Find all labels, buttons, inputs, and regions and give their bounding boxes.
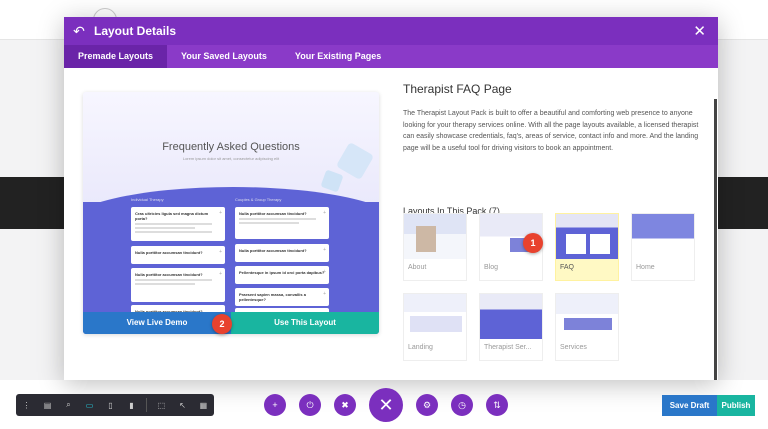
save-draft-button[interactable]: Save Draft	[662, 395, 717, 416]
plus-icon: +	[323, 210, 326, 216]
preview-faq-card: Nulla porttitor accumsan tincidunt? +	[131, 268, 225, 302]
publish-button[interactable]: Publish	[717, 395, 755, 416]
layout-thumb-services[interactable]: Services	[555, 293, 619, 361]
thumb-image	[632, 214, 694, 259]
view-mode-toolbar: ⋮ ▤ ⌕ ▭ ▯ ▮ ⬚ ↖ ▦	[16, 394, 214, 416]
thumb-block	[564, 318, 612, 330]
view-live-demo-button[interactable]: View Live Demo	[83, 312, 231, 334]
tablet-icon[interactable]: ▯	[100, 401, 121, 410]
plus-icon: +	[323, 247, 326, 253]
desktop-icon[interactable]: ▭	[79, 401, 100, 410]
layout-thumb-therapist-services[interactable]: Therapist Ser...	[479, 293, 543, 361]
faq-question: Nulla porttitor accumsan tincidunt?	[239, 211, 307, 216]
tab-premade-layouts[interactable]: Premade Layouts	[64, 45, 168, 68]
toolbar-divider	[146, 398, 147, 412]
close-icon[interactable]: ✕	[693, 22, 706, 40]
settings-icon[interactable]: ⚙	[416, 394, 438, 416]
modal-tabs: Premade Layouts Your Saved Layouts Your …	[64, 45, 718, 68]
thumb-label: Landing	[408, 344, 433, 351]
thumb-card	[590, 234, 610, 254]
tab-saved-layouts[interactable]: Your Saved Layouts	[167, 45, 281, 68]
modal-title: Layout Details	[94, 24, 177, 38]
thumb-label: Services	[560, 344, 587, 351]
plus-icon: +	[323, 291, 326, 297]
preview-faq-card: Nulla porttitor accumsan tincidunt? +	[131, 246, 225, 264]
thumb-image	[404, 214, 466, 259]
trash-icon[interactable]: ✖	[334, 394, 356, 416]
plus-icon: +	[323, 269, 326, 275]
faq-question: Praesent sapien massa, convallis a pelle…	[239, 292, 306, 302]
preview-col2-header: Couples & Group Therapy	[235, 197, 282, 202]
zoom-icon[interactable]: ⌕	[58, 400, 79, 410]
preview-subtitle: Lorem ipsum dolor sit amet, consectetur …	[182, 156, 280, 161]
text-line	[239, 222, 300, 224]
layout-thumb-faq[interactable]: FAQ	[555, 213, 619, 281]
thumb-image	[556, 214, 618, 259]
faq-question: Nulla porttitor accumsan tincidunt?	[239, 248, 307, 253]
layout-title: Therapist FAQ Page	[403, 82, 512, 96]
modal-scrollbar[interactable]	[714, 99, 717, 380]
layout-info: Therapist FAQ Page The Therapist Layout …	[403, 82, 703, 154]
layout-thumb-about[interactable]: About	[403, 213, 467, 281]
wireframe-icon[interactable]: ▤	[37, 401, 58, 410]
text-line	[239, 218, 317, 220]
preview-faq-card: Pellentesque in ipsum id orci porta dapi…	[235, 266, 329, 284]
text-line	[135, 231, 213, 233]
preview-col1-header: Individual Therapy	[131, 197, 164, 202]
thumb-photo	[416, 226, 436, 252]
thumb-label: FAQ	[560, 264, 575, 271]
thumb-card	[566, 234, 586, 254]
sort-icon[interactable]: ⇅	[486, 394, 508, 416]
layout-preview: Frequently Asked Questions Lorem ipsum d…	[83, 92, 379, 334]
close-builder-icon[interactable]: ✕	[369, 388, 403, 422]
text-line	[135, 227, 196, 229]
preview-faq-card: Praesent sapien massa, convallis a pelle…	[235, 288, 329, 306]
text-line	[135, 223, 213, 225]
thumb-label: Therapist Ser...	[484, 344, 532, 351]
back-arrow-icon[interactable]: ↶	[64, 23, 94, 40]
hover-select-icon[interactable]: ⬚	[151, 401, 172, 410]
layout-details-modal: ↶ Layout Details ✕ Premade Layouts Your …	[64, 17, 718, 380]
layout-description: The Therapist Layout Pack is built to of…	[403, 110, 699, 152]
thumb-label: About	[408, 264, 427, 271]
thumb-image	[556, 294, 618, 339]
preview-faq-card: Cras ultricies ligula sed magna dictum p…	[131, 207, 225, 241]
text-line	[135, 279, 213, 281]
power-icon[interactable]: ⏻	[299, 394, 321, 416]
menu-icon[interactable]: ⋮	[16, 401, 37, 410]
modal-header: ↶ Layout Details ✕	[64, 17, 718, 45]
add-icon[interactable]: +	[264, 394, 286, 416]
step-badge-1: 1	[523, 233, 543, 253]
phone-icon[interactable]: ▮	[121, 401, 142, 410]
grid-icon[interactable]: ▦	[193, 401, 214, 410]
use-this-layout-button[interactable]: Use This Layout	[231, 312, 379, 334]
faq-question: Nulla porttitor accumsan tincidunt?	[135, 272, 203, 277]
faq-question: Pellentesque in ipsum id orci porta dapi…	[239, 270, 325, 275]
thumb-image	[404, 294, 466, 339]
click-mode-icon[interactable]: ↖	[172, 401, 193, 410]
layout-thumb-home[interactable]: Home	[631, 213, 695, 281]
thumb-image	[480, 294, 542, 339]
preview-title: Frequently Asked Questions	[162, 141, 300, 153]
text-line	[135, 283, 196, 285]
thumb-label: Blog	[484, 264, 499, 271]
preview-faq-card: Nulla porttitor accumsan tincidunt? +	[235, 244, 329, 262]
preview-faq-card: Nulla porttitor accumsan tincidunt? +	[235, 207, 329, 239]
step-badge-2: 2	[212, 314, 232, 334]
history-icon[interactable]: ◷	[451, 394, 473, 416]
thumb-label: Home	[636, 264, 655, 271]
layout-thumb-landing[interactable]: Landing	[403, 293, 467, 361]
plus-icon: +	[219, 271, 222, 277]
thumb-block	[410, 316, 462, 332]
faq-question: Nulla porttitor accumsan tincidunt?	[135, 250, 203, 255]
faq-question: Cras ultricies ligula sed magna dictum p…	[135, 211, 209, 221]
plus-icon: +	[219, 210, 222, 216]
tab-existing-pages[interactable]: Your Existing Pages	[281, 45, 395, 68]
plus-icon: +	[219, 249, 222, 255]
